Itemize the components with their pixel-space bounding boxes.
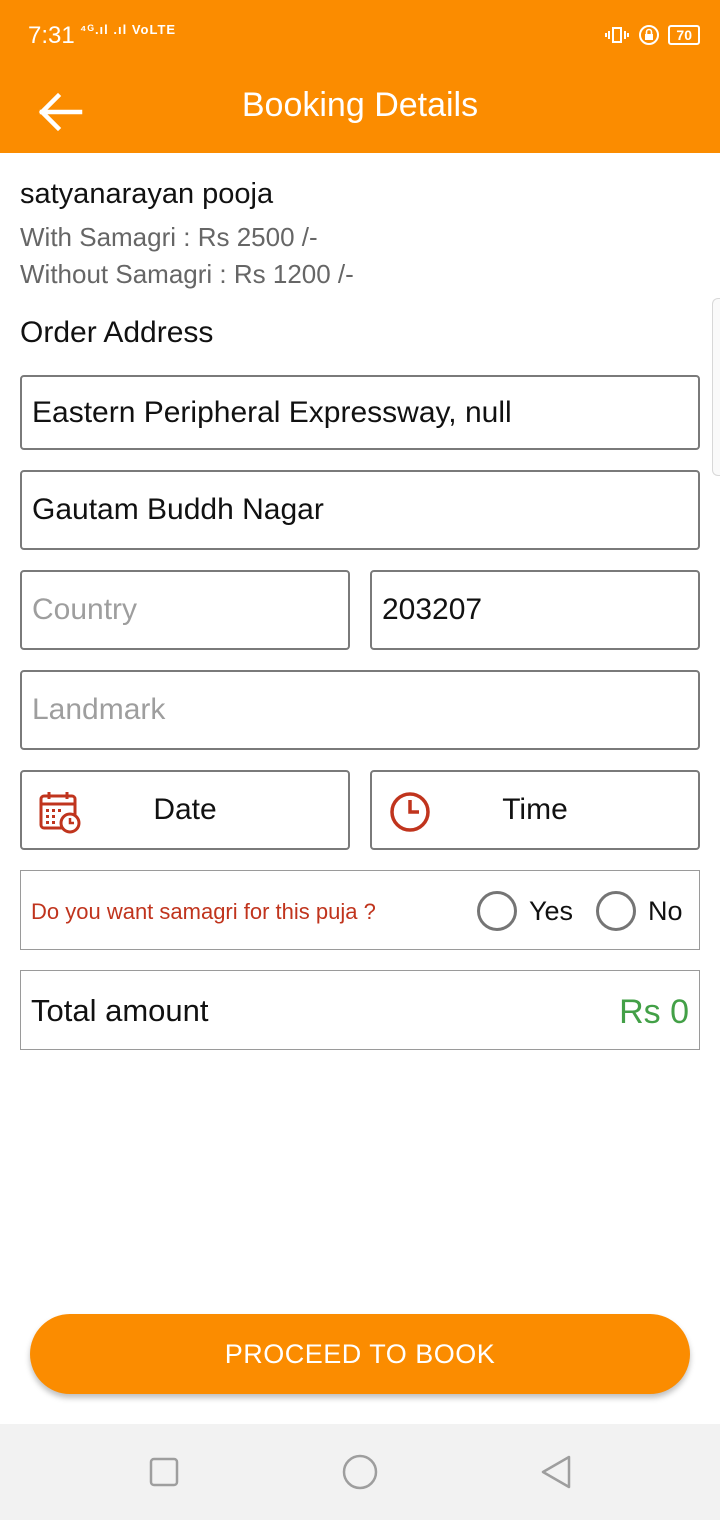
triangle-back-icon <box>541 1455 571 1489</box>
battery-indicator: 70 <box>668 25 700 45</box>
country-input[interactable] <box>22 572 348 648</box>
total-amount-value: Rs 0 <box>619 993 689 1031</box>
calendar-icon <box>39 792 81 834</box>
total-amount-box: Total amount Rs 0 <box>20 970 700 1050</box>
back-nav-button[interactable] <box>536 1452 576 1492</box>
rotation-lock-icon <box>639 25 660 45</box>
date-picker-button[interactable]: Date <box>20 770 350 850</box>
yes-label: Yes <box>529 895 574 926</box>
radio-circle-no[interactable] <box>596 891 636 931</box>
page-title: Booking Details <box>241 86 479 124</box>
landmark-input[interactable] <box>22 672 698 748</box>
samagri-question: Do you want samagri for this puja ? <box>31 899 376 924</box>
square-icon <box>149 1457 179 1487</box>
status-bar: 7:31 ⁴ᴳ.ıl .ıl VoLTE 70 <box>0 0 720 72</box>
home-button[interactable] <box>340 1452 380 1492</box>
price-without-samagri: Without Samagri : Rs 1200 /- <box>20 259 354 289</box>
clock-icon <box>390 792 430 832</box>
time-picker-button[interactable]: Time <box>370 770 700 850</box>
service-name: satyanarayan pooja <box>20 178 274 210</box>
city-input[interactable] <box>22 472 698 548</box>
no-label: No <box>648 895 683 926</box>
network-indicator: ⁴ᴳ.ıl .ıl VoLTE <box>80 22 177 37</box>
app-bar: Booking Details <box>0 72 720 153</box>
pincode-field-container <box>370 570 700 650</box>
price-with-samagri: With Samagri : Rs 2500 /- <box>20 222 318 252</box>
proceed-to-book-button[interactable]: PROCEED TO BOOK <box>30 1314 690 1394</box>
order-address-title: Order Address <box>20 316 214 349</box>
samagri-no-radio[interactable]: No <box>596 891 683 931</box>
vibrate-icon <box>605 27 630 43</box>
radio-circle-yes[interactable] <box>477 891 517 931</box>
pincode-input[interactable] <box>372 572 698 648</box>
country-field-container <box>20 570 350 650</box>
samagri-yes-radio[interactable]: Yes <box>477 891 573 931</box>
street-field-container <box>20 375 700 450</box>
circle-icon <box>342 1454 378 1490</box>
recents-button[interactable] <box>144 1452 184 1492</box>
system-nav-bar <box>0 1424 720 1520</box>
samagri-question-box: Do you want samagri for this puja ? Yes … <box>20 870 700 950</box>
scroll-indicator <box>712 298 720 476</box>
status-time: 7:31 <box>28 22 75 49</box>
landmark-field-container <box>20 670 700 750</box>
status-icons: 70 <box>604 24 700 46</box>
city-field-container <box>20 470 700 550</box>
total-amount-label: Total amount <box>31 993 209 1028</box>
street-address-input[interactable] <box>22 377 698 448</box>
